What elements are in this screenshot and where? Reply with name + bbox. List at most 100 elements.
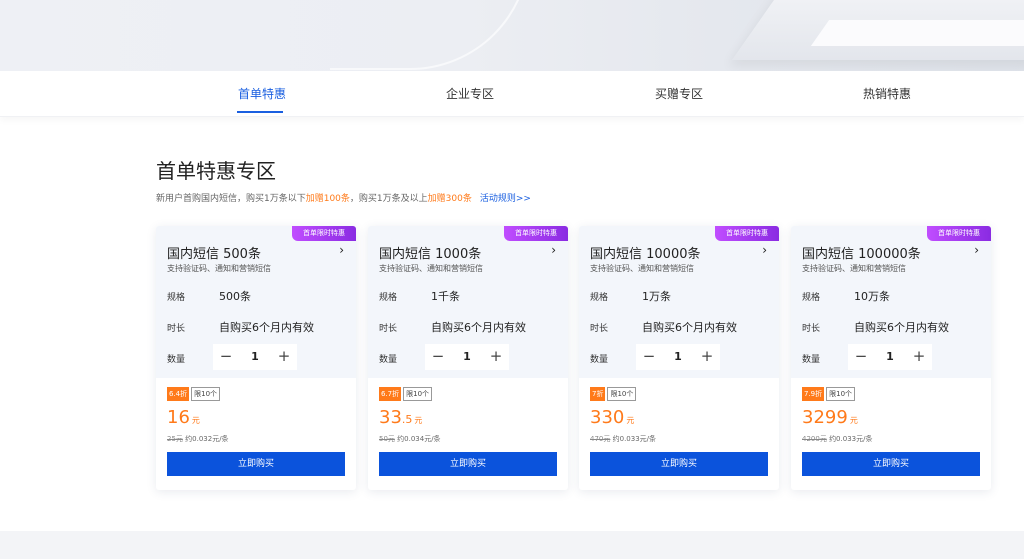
product-card: 首单限时特惠 国内短信 1000条 › 支持验证码、通知和营销短信 规格 1千条…	[368, 226, 568, 490]
tab-enterprise[interactable]: 企业专区	[446, 85, 494, 102]
limit-badge: 限10个	[403, 387, 433, 401]
active-tab-indicator	[237, 111, 283, 113]
price-currency: 元	[849, 416, 858, 425]
price-currency: 元	[191, 416, 200, 425]
price: 33.5 元	[379, 407, 422, 428]
product-name[interactable]: 国内短信 1000条	[379, 243, 481, 262]
discount-badge: 6.7折	[379, 387, 402, 401]
quantity-stepper: − 1 +	[848, 344, 932, 370]
duration-label: 时长	[802, 324, 821, 334]
price-integer: 16	[167, 407, 190, 428]
duration-label: 时长	[379, 324, 398, 334]
discount-badge: 6.4折	[167, 387, 190, 401]
buy-now-button[interactable]: 立即购买	[379, 452, 557, 476]
limit-badge: 限10个	[191, 387, 221, 401]
duration-label: 时长	[167, 324, 186, 334]
original-price-row: 470元 约0.033元/条	[590, 434, 656, 444]
buy-now-button[interactable]: 立即购买	[167, 452, 345, 476]
desc-text-2: ，购买1万条及以上	[349, 194, 428, 204]
duration-value: 自购买6个月内有效	[219, 321, 314, 334]
original-price: 25元	[167, 435, 183, 443]
quantity-stepper: − 1 +	[213, 344, 297, 370]
original-price-row: 4200元 约0.033元/条	[802, 434, 872, 444]
badge-row: 6.4折 限10个	[167, 387, 221, 401]
spec-label: 规格	[590, 293, 609, 303]
hero-decoration-slab-highlight	[810, 20, 1024, 46]
section-title: 首单特惠专区	[156, 159, 276, 183]
unit-price: 约0.033元/条	[612, 435, 657, 443]
increment-button[interactable]: +	[483, 344, 509, 370]
quantity-stepper: − 1 +	[425, 344, 509, 370]
product-subtitle: 支持验证码、通知和营销短信	[379, 264, 483, 273]
product-name[interactable]: 国内短信 10000条	[590, 243, 701, 262]
quantity-input[interactable]: 1	[874, 344, 906, 370]
badge-row: 7.9折 限10个	[802, 387, 856, 401]
price: 16 元	[167, 407, 200, 428]
limit-badge: 限10个	[607, 387, 637, 401]
increment-button[interactable]: +	[694, 344, 720, 370]
quantity-label: 数量	[590, 355, 609, 365]
product-card: 首单限时特惠 国内短信 10000条 › 支持验证码、通知和营销短信 规格 1万…	[579, 226, 779, 490]
quantity-label: 数量	[802, 355, 821, 365]
price-integer: 3299	[802, 407, 848, 428]
spec-value: 1万条	[642, 290, 671, 303]
decrement-button[interactable]: −	[848, 344, 874, 370]
chevron-right-icon[interactable]: ›	[551, 243, 556, 257]
activity-rules-link[interactable]: 活动规则>>	[480, 194, 531, 204]
duration-value: 自购买6个月内有效	[642, 321, 737, 334]
decrement-button[interactable]: −	[636, 344, 662, 370]
unit-price: 约0.032元/条	[185, 435, 229, 443]
decrement-button[interactable]: −	[425, 344, 451, 370]
spec-label: 规格	[379, 293, 398, 303]
desc-text-1: 新用户首购国内短信，购买1万条以下	[156, 194, 306, 204]
promo-ribbon: 首单限时特惠	[927, 226, 991, 241]
hero-banner	[0, 0, 1024, 71]
discount-badge: 7.9折	[802, 387, 825, 401]
badge-row: 7折 限10个	[590, 387, 637, 401]
quantity-input[interactable]: 1	[451, 344, 483, 370]
price: 330 元	[590, 407, 634, 428]
chevron-right-icon[interactable]: ›	[339, 243, 344, 257]
promo-ribbon: 首单限时特惠	[292, 226, 356, 241]
quantity-input[interactable]: 1	[662, 344, 694, 370]
chevron-right-icon[interactable]: ›	[974, 243, 979, 257]
price-integer: 330	[590, 407, 625, 428]
quantity-stepper: − 1 +	[636, 344, 720, 370]
product-subtitle: 支持验证码、通知和营销短信	[590, 264, 694, 273]
tab-buy-gift[interactable]: 买赠专区	[655, 85, 703, 102]
increment-button[interactable]: +	[906, 344, 932, 370]
spec-label: 规格	[167, 293, 186, 303]
promo-tab-bar: 首单特惠 企业专区 买赠专区 热销特惠	[0, 71, 1024, 117]
increment-button[interactable]: +	[271, 344, 297, 370]
duration-label: 时长	[590, 324, 609, 334]
tab-first-order[interactable]: 首单特惠	[238, 85, 286, 102]
original-price: 50元	[379, 435, 395, 443]
desc-highlight-2: 加赠300条	[427, 194, 472, 204]
tab-hot-sale[interactable]: 热销特惠	[863, 85, 911, 102]
desc-highlight-1: 加赠100条	[305, 194, 350, 204]
duration-value: 自购买6个月内有效	[854, 321, 949, 334]
quantity-input[interactable]: 1	[239, 344, 271, 370]
spec-value: 500条	[219, 290, 251, 303]
chevron-right-icon[interactable]: ›	[762, 243, 767, 257]
price-currency: 元	[626, 416, 635, 425]
badge-row: 6.7折 限10个	[379, 387, 433, 401]
product-name[interactable]: 国内短信 100000条	[802, 243, 921, 262]
unit-price: 约0.033元/条	[829, 435, 873, 443]
promo-ribbon: 首单限时特惠	[715, 226, 779, 241]
buy-now-button[interactable]: 立即购买	[590, 452, 768, 476]
buy-now-button[interactable]: 立即购买	[802, 452, 980, 476]
quantity-label: 数量	[167, 355, 186, 365]
spec-value: 1千条	[431, 290, 460, 303]
product-name[interactable]: 国内短信 500条	[167, 243, 261, 262]
product-card: 首单限时特惠 国内短信 500条 › 支持验证码、通知和营销短信 规格 500条…	[156, 226, 356, 490]
duration-value: 自购买6个月内有效	[431, 321, 526, 334]
product-subtitle: 支持验证码、通知和营销短信	[167, 264, 271, 273]
quantity-label: 数量	[379, 355, 398, 365]
decrement-button[interactable]: −	[213, 344, 239, 370]
spec-label: 规格	[802, 293, 821, 303]
hero-decoration-arc	[330, 0, 530, 70]
spec-value: 10万条	[854, 290, 890, 303]
limit-badge: 限10个	[826, 387, 856, 401]
product-subtitle: 支持验证码、通知和营销短信	[802, 264, 906, 273]
